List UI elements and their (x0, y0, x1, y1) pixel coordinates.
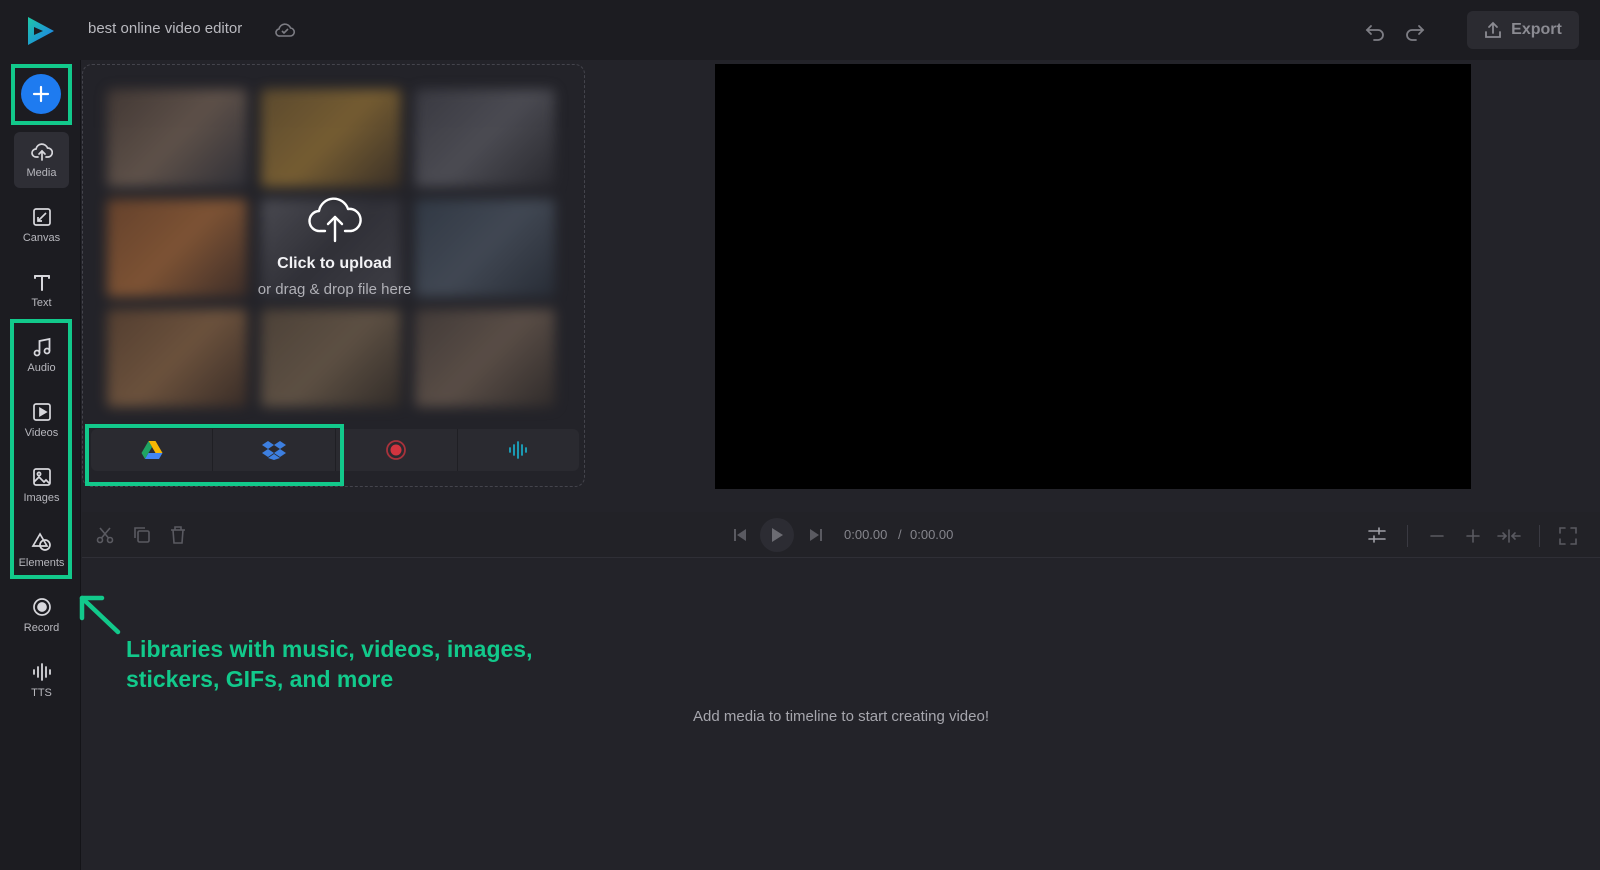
canvas-icon (32, 208, 51, 226)
sidebar-item-media[interactable]: Media (14, 132, 69, 188)
time-separator: / (898, 527, 902, 542)
sidebar-item-label: Text (31, 297, 52, 309)
play-button[interactable] (760, 518, 794, 552)
record-icon (32, 598, 51, 616)
timeline-empty-message: Add media to timeline to start creating … (693, 708, 989, 725)
sidebar-item-label: Record (23, 622, 60, 634)
divider (1407, 525, 1408, 547)
redo-icon[interactable] (1404, 20, 1426, 42)
scissors-icon[interactable] (96, 526, 114, 544)
video-preview-canvas[interactable] (715, 64, 1471, 489)
libraries-highlight (10, 319, 72, 579)
fit-timeline-icon[interactable] (1497, 527, 1521, 545)
waveform-icon (32, 663, 51, 681)
sidebar-item-text[interactable]: Text (14, 262, 69, 318)
media-thumbnail (415, 89, 555, 187)
cloud-sources-highlight (85, 424, 344, 486)
project-title[interactable]: best online video editor (88, 20, 242, 37)
current-time: 0:00.00 (844, 527, 888, 542)
total-time: 0:00.00 (910, 527, 954, 542)
skip-back-icon[interactable] (733, 528, 747, 542)
sidebar-item-label: Media (26, 167, 57, 179)
annotation-arrow-icon (79, 595, 121, 635)
sidebar-item-canvas[interactable]: Canvas (14, 197, 69, 253)
export-label: Export (1511, 21, 1562, 38)
tts-source-button[interactable] (458, 429, 579, 471)
trash-icon[interactable] (169, 525, 187, 545)
sidebar-item-record[interactable]: Record (14, 587, 69, 643)
record-source-button[interactable] (336, 429, 458, 471)
annotation-text: Libraries with music, videos, images, st… (126, 636, 533, 692)
timeline-toolbar: 0:00.00 / 0:00.00 (82, 512, 1600, 558)
export-button[interactable]: Export (1467, 11, 1579, 49)
export-upload-icon (1485, 21, 1502, 38)
sidebar-item-tts[interactable]: TTS (14, 652, 69, 708)
undo-icon[interactable] (1364, 20, 1386, 42)
divider (1539, 525, 1540, 547)
add-button-highlight (11, 64, 72, 125)
text-icon (33, 275, 50, 291)
zoom-in-icon[interactable] (1465, 528, 1481, 544)
app-logo-icon[interactable] (24, 14, 58, 48)
skip-forward-icon[interactable] (809, 528, 823, 542)
play-icon (772, 528, 783, 542)
upload-cloud-icon (30, 143, 53, 161)
waveform-icon (509, 441, 528, 459)
sidebar-item-label: Canvas (22, 232, 61, 244)
upload-cloud-icon (307, 197, 362, 243)
media-thumbnail (107, 89, 247, 187)
upload-title: Click to upload (277, 255, 392, 272)
zoom-out-icon[interactable] (1429, 528, 1445, 544)
media-thumbnail (261, 309, 401, 407)
adjust-sliders-icon[interactable] (1367, 526, 1387, 544)
media-thumbnail (261, 89, 401, 187)
media-thumbnail (415, 309, 555, 407)
sidebar: Media Canvas Text Audio Videos Images El… (0, 60, 81, 870)
upload-prompt[interactable]: Click to upload or drag & drop file here (83, 195, 584, 298)
record-icon (386, 440, 407, 460)
timeline-track-area[interactable]: Add media to timeline to start creating … (82, 558, 1600, 870)
duplicate-icon[interactable] (133, 526, 151, 544)
cloud-saved-icon (275, 23, 296, 37)
top-bar: best online video editor Export (0, 0, 1600, 60)
media-thumbnail (107, 309, 247, 407)
fullscreen-icon[interactable] (1559, 527, 1577, 545)
sidebar-item-label: TTS (31, 687, 52, 699)
upload-subtitle: or drag & drop file here (257, 281, 412, 298)
